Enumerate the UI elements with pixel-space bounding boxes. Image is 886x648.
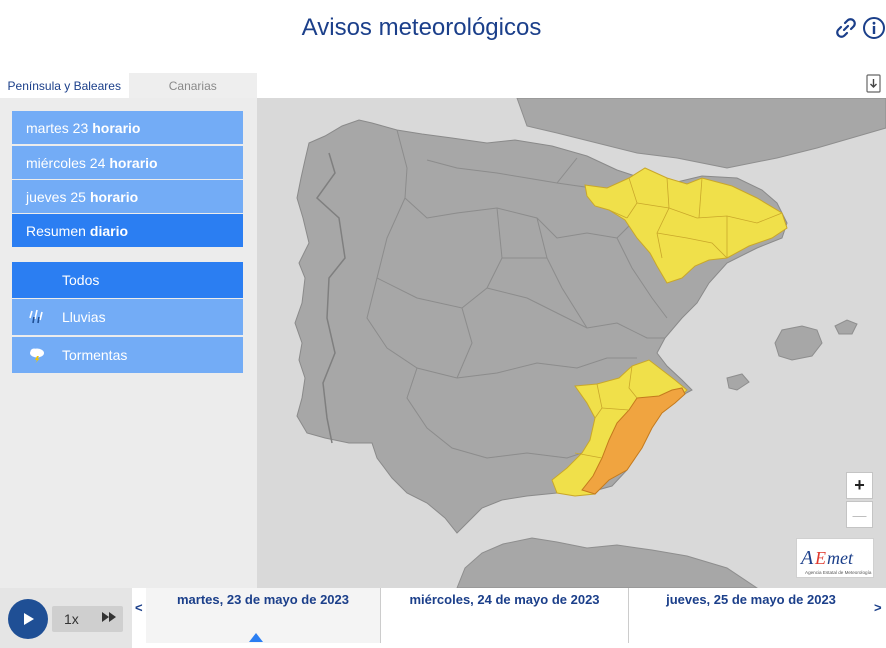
zoom-out-button[interactable]: —: [846, 501, 873, 528]
zoom-in-label: +: [854, 475, 865, 495]
day-button-martes[interactable]: martes 23 horario: [12, 111, 243, 144]
page-title: Avisos meteorológicos: [301, 14, 542, 41]
filter-todos[interactable]: Todos: [12, 262, 243, 298]
aemet-logo: A E met Agencia Estatal de Meteorología: [796, 538, 874, 578]
day-label: miércoles 24: [26, 154, 106, 171]
filter-tormentas[interactable]: Tormentas: [12, 337, 243, 373]
region-tabs: Península y Baleares Canarias: [0, 73, 257, 98]
fast-forward-icon: [102, 612, 116, 622]
africa-coast: [456, 537, 759, 589]
filter-lluvias[interactable]: Lluvias: [12, 299, 243, 335]
download-icon[interactable]: [866, 74, 881, 93]
day-label: martes 23: [26, 119, 89, 136]
day-suffix: horario: [109, 154, 158, 171]
day-button-resumen[interactable]: Resumen diario: [12, 214, 243, 247]
svg-text:met: met: [827, 548, 854, 568]
filter-label: Lluvias: [62, 309, 106, 325]
tab-canarias[interactable]: Canarias: [128, 73, 257, 98]
timeline-day-23[interactable]: martes, 23 de mayo de 2023: [146, 588, 380, 643]
filter-label: Todos: [62, 272, 100, 288]
timeline-current-marker: [249, 633, 263, 642]
tab-peninsula[interactable]: Península y Baleares: [0, 73, 129, 98]
zoom-in-button[interactable]: +: [846, 472, 873, 499]
mallorca-island: [774, 325, 823, 361]
day-label: jueves 25: [26, 188, 86, 205]
ibiza-island: [726, 373, 750, 391]
zoom-out-label: —: [852, 506, 867, 523]
day-button-jueves[interactable]: jueves 25 horario: [12, 180, 243, 213]
play-icon: [24, 613, 34, 625]
day-suffix: diario: [89, 222, 129, 239]
speed-value: 1x: [64, 611, 79, 627]
spain-map: [294, 97, 886, 589]
svg-text:Agencia Estatal de Meteorologí: Agencia Estatal de Meteorología: [805, 570, 872, 575]
timeline-day-25[interactable]: jueves, 25 de mayo de 2023: [629, 588, 873, 643]
aemet-logo-graphic: A E met Agencia Estatal de Meteorología: [799, 547, 872, 575]
timeline-next-arrow[interactable]: >: [874, 600, 882, 615]
menorca-island: [834, 319, 858, 335]
day-suffix: horario: [92, 119, 141, 136]
info-icon[interactable]: [862, 16, 886, 40]
link-icon[interactable]: [834, 16, 858, 40]
timeline-day-24[interactable]: miércoles, 24 de mayo de 2023: [381, 588, 628, 643]
filter-label: Tormentas: [62, 347, 128, 363]
day-button-miercoles[interactable]: miércoles 24 horario: [12, 146, 243, 179]
speed-selector[interactable]: 1x: [52, 606, 123, 632]
play-button[interactable]: [8, 599, 48, 639]
warnings-map[interactable]: [257, 97, 886, 589]
day-suffix: horario: [89, 188, 139, 205]
timeline-prev-arrow[interactable]: <: [135, 600, 143, 615]
day-label: Resumen: [26, 222, 86, 239]
svg-text:A: A: [799, 547, 814, 569]
svg-text:E: E: [814, 548, 826, 568]
storm-icon: [30, 348, 44, 363]
rain-icon: [29, 309, 43, 324]
